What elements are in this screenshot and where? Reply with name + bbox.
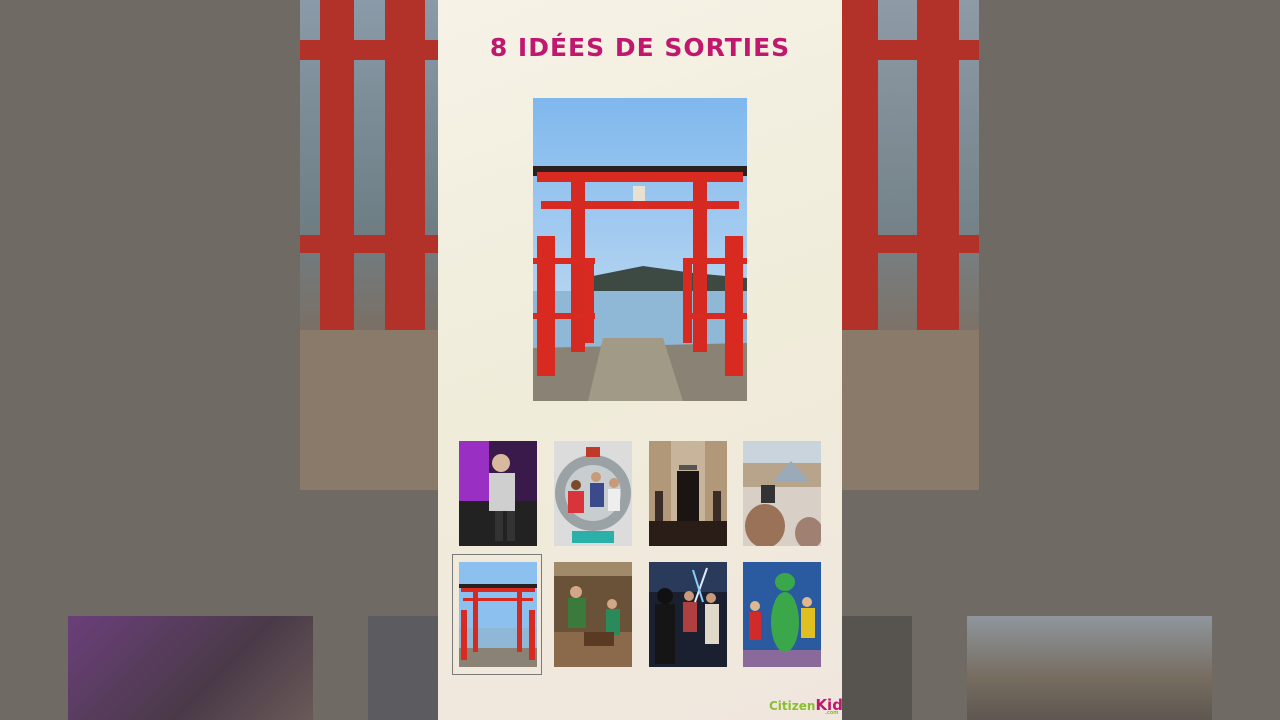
citizenkid-logo[interactable]: CitizenKid .com [769, 696, 843, 716]
thumbnail-escape-room[interactable] [649, 441, 727, 546]
thumbnail-star-wars[interactable] [649, 562, 727, 667]
logo-text-citizen: Citizen [769, 699, 816, 713]
background-blur-bottom-mid-right [842, 616, 912, 720]
thumbnail-louvre[interactable] [743, 441, 821, 546]
hero-image [533, 98, 747, 401]
torii-gate-illustration [533, 98, 747, 401]
thumbnail-dinosaur-show[interactable] [743, 562, 821, 667]
background-blur-bottom-right [967, 616, 1212, 720]
thumbnail-torii-gate[interactable] [459, 562, 537, 667]
thumbnail-pirate-ship[interactable] [554, 562, 632, 667]
thumbnail-laser-game[interactable] [459, 441, 537, 546]
background-blur-bottom-left [68, 616, 313, 720]
background-blur-bottom-mid [368, 616, 438, 720]
background-blur-right [842, 0, 979, 490]
page-title: 8 IDÉES DE SORTIES [489, 33, 791, 62]
slideshow-panel: 8 IDÉES DE SORTIES CitizenKid .com [438, 0, 843, 720]
logo-text-com: .com [825, 710, 839, 716]
background-blur-left [300, 0, 438, 490]
thumbnail-space-station[interactable] [554, 441, 632, 546]
